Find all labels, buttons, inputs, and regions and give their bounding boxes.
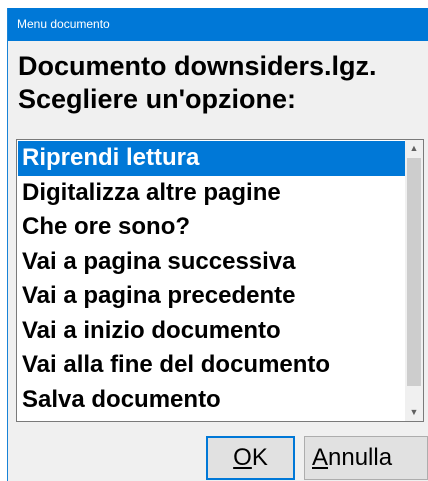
list-scrollbar[interactable]: ▲ ▼ xyxy=(405,140,423,421)
prompt-text: Documento downsiders.lgz. Scegliere un'o… xyxy=(18,50,377,116)
list-item-che-ore-sono[interactable]: Che ore sono? xyxy=(18,210,406,245)
cancel-button[interactable]: Annulla xyxy=(304,436,428,480)
chevron-up-icon[interactable]: ▲ xyxy=(405,140,423,157)
ok-label-rest: K xyxy=(251,444,268,471)
prompt-document-line: Documento downsiders.lgz. xyxy=(18,51,377,81)
list-item-salva-documento[interactable]: Salva documento xyxy=(18,383,406,418)
window-title: Menu documento xyxy=(8,8,428,41)
options-listbox[interactable]: Riprendi lettura Digitalizza altre pagin… xyxy=(16,139,424,422)
prompt-choose-line: Scegliere un'opzione: xyxy=(18,84,296,114)
cancel-mnemonic: A xyxy=(312,444,329,471)
cancel-label-rest: nnulla xyxy=(328,444,393,471)
ok-button[interactable]: OK xyxy=(206,436,295,480)
list-item-inizio-documento[interactable]: Vai a inizio documento xyxy=(18,314,406,349)
options-list: Riprendi lettura Digitalizza altre pagin… xyxy=(18,141,406,420)
dialog-window: Menu documento Documento downsiders.lgz.… xyxy=(7,8,428,481)
list-item-pagina-precedente[interactable]: Vai a pagina precedente xyxy=(18,279,406,314)
ok-mnemonic: O xyxy=(233,444,252,471)
list-item-fine-documento[interactable]: Vai alla fine del documento xyxy=(18,348,406,383)
list-item-pagina-successiva[interactable]: Vai a pagina successiva xyxy=(18,245,406,280)
scrollbar-thumb[interactable] xyxy=(407,158,421,386)
chevron-down-icon[interactable]: ▼ xyxy=(405,404,423,421)
list-item-digitalizza-altre-pagine[interactable]: Digitalizza altre pagine xyxy=(18,176,406,211)
list-item-riprendi-lettura[interactable]: Riprendi lettura xyxy=(18,141,406,176)
